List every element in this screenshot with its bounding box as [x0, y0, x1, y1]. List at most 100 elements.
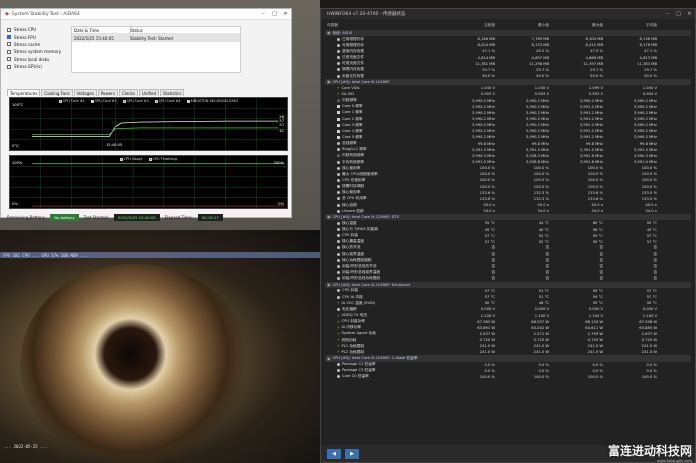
sensor-icon — [337, 197, 340, 201]
checkbox[interactable] — [7, 49, 11, 54]
sensor-value: 100.0 % — [533, 178, 549, 183]
sensor-value: 否 — [491, 245, 495, 250]
stress-option[interactable]: Stress local disks — [7, 56, 57, 63]
sensor-value: 4,866 MB — [585, 55, 603, 60]
stress-option[interactable]: Stress CPU — [7, 26, 57, 33]
sensor-value: 2.799 W — [587, 331, 603, 336]
sensor-row[interactable]: 封装/环形总线热节流 否 否 否 否 — [325, 263, 691, 269]
sensor-name: 核心功耗限制超频 — [342, 257, 372, 262]
stress-option[interactable]: Stress GPU(s) — [7, 63, 57, 70]
sensor-value: 100.0 % — [533, 172, 549, 177]
sensor-name-cell: 总 CPU 利用率 — [325, 196, 445, 201]
sensor-value: 100.0 % — [587, 166, 603, 171]
hw-nav-left-icon[interactable]: ◀ — [327, 448, 341, 459]
sensor-row[interactable]: 封装/环形总线功耗限制 否 否 否 否 — [325, 276, 691, 282]
temp-legend-item[interactable]: CPU Core #1 — [58, 99, 85, 103]
tab-temperatures[interactable]: Temperatures — [7, 89, 41, 96]
sensor-value: 51 °C — [538, 288, 549, 293]
sensor-value: 29.7 % — [644, 67, 657, 72]
sensor-value: 241.0 W — [533, 344, 549, 349]
sensor-value: 3,990.2 MHz — [525, 104, 549, 109]
tab-unified[interactable]: Unified — [138, 89, 160, 96]
sensor-row[interactable]: 核心功耗限制超频 否 否 否 否 — [325, 257, 691, 263]
sensor-value: 50.0 % — [536, 74, 549, 79]
tab-cooling-fans[interactable]: Cooling Fans — [41, 89, 73, 96]
voltage-icon: ⚡ — [337, 325, 340, 330]
sensor-name-cell: 核心热节流 — [325, 245, 445, 250]
hw-maximize-icon[interactable]: □ — [673, 9, 684, 20]
sensor-value: 40.0 x — [537, 203, 549, 207]
sensor-row[interactable]: Core C0 驻留率 100.0 % 100.0 % 100.0 % 100.0 % — [325, 374, 691, 380]
sensor-value: 100.0 % — [641, 374, 657, 379]
status-row[interactable]: 2022/5/25 15:40:05 Stability Test: Start… — [72, 34, 240, 42]
maximize-icon[interactable]: □ — [269, 9, 280, 20]
sensor-value: 0.000 V — [642, 307, 657, 312]
hw-titlebar[interactable]: HWiNFO64 v7.20-4700 - 传感器状态 – □ ✕ — [321, 9, 695, 19]
stress-option[interactable]: Stress system memory — [7, 48, 61, 55]
hw-col-current[interactable]: 当前值 — [445, 23, 499, 29]
legend-swatch — [122, 99, 126, 103]
hw-col-avg[interactable]: 平均值 — [607, 23, 661, 29]
sensor-name: Core 3 频率 — [342, 122, 363, 127]
sensor-icon — [337, 178, 340, 182]
sensor-value: 11,383 MB — [637, 61, 657, 66]
hw-col-max[interactable]: 最大值 — [553, 23, 607, 29]
hw-col-min[interactable]: 最小值 — [499, 23, 553, 29]
checkbox[interactable] — [7, 42, 11, 47]
sensor-icon — [337, 123, 340, 127]
sensor-name: Ring/LLC 频率 — [342, 147, 367, 152]
stress-option[interactable]: Stress cache — [7, 41, 57, 48]
sensor-name-cell: 已用物理内存 — [325, 37, 445, 42]
checkbox[interactable] — [7, 64, 11, 69]
sensor-value: 4,814 MB — [477, 55, 495, 60]
sensor-name-cell: ▣ CPU [#0]: Intel Core i5-12490F: Enhance… — [325, 283, 445, 287]
hw-nav-right-icon[interactable]: ▶ — [345, 448, 359, 459]
temp-legend: CPU Core #1 CPU Core #2 CPU Core #3 CPU Cor… — [10, 99, 287, 103]
temp-legend-item[interactable]: KINGSTON SKC3000S1024G — [186, 99, 238, 103]
sensor-value: 57 °C — [484, 233, 495, 238]
sensor-value: 63.885 W — [639, 325, 657, 330]
sensor-row[interactable]: 封装/环形总线临界温度 否 否 否 否 — [325, 269, 691, 275]
sensor-value: 否 — [545, 276, 549, 281]
sensor-value: 3,990.2 MHz — [633, 129, 657, 134]
checkbox[interactable] — [7, 27, 11, 32]
sensor-name-cell: 虚拟内存负载 — [325, 49, 445, 54]
sensor-value: 57 °C — [646, 295, 657, 300]
sensor-icon — [337, 129, 340, 133]
elapsed-label: Elapsed Time: — [164, 215, 193, 220]
tab-voltages[interactable]: Voltages — [73, 89, 97, 96]
sensor-icon — [337, 258, 340, 262]
sensor-value: 3,990.3 MHz — [633, 153, 657, 158]
temp-legend-item[interactable]: CPU Core #4 — [154, 99, 181, 103]
minimize-icon[interactable]: – — [258, 9, 269, 20]
checkbox[interactable] — [7, 35, 11, 40]
sensor-value: 100.0 % — [587, 184, 603, 189]
sensor-value: 100.0 % — [587, 178, 603, 183]
hw-minimize-icon[interactable]: – — [662, 9, 673, 20]
tab-powers[interactable]: Powers — [97, 89, 118, 96]
sensor-value: 29.7 % — [590, 67, 603, 72]
sensor-value: 133.6 % — [587, 196, 603, 201]
hw-col-sensor[interactable]: 传感器 — [325, 23, 445, 29]
sensor-icon — [337, 62, 340, 66]
checkbox[interactable] — [7, 57, 11, 62]
tab-statistics[interactable]: Statistics — [160, 89, 185, 96]
sensor-icon — [337, 68, 340, 72]
close-icon[interactable]: ✕ — [280, 9, 291, 20]
stress-option[interactable]: Stress FPU — [7, 33, 57, 40]
sensor-value: 241.0 W — [641, 350, 657, 355]
sensor-icon — [337, 228, 340, 232]
sensor-value: 3,990.2 MHz — [525, 129, 549, 134]
sensor-row[interactable]: 核心热节流 否 否 否 否 — [325, 245, 691, 251]
tab-clocks[interactable]: Clocks — [118, 89, 138, 96]
aida-titlebar[interactable]: ◆ System Stability Test - AIDA64 – □ ✕ — [1, 9, 291, 20]
temp-legend-item[interactable]: CPU Core #3 — [122, 99, 149, 103]
hw-close-icon[interactable]: ✕ — [684, 9, 695, 20]
sensor-name: CPU [#0]: Intel Core i5-12490F: Enhanced — [332, 282, 410, 287]
temp-legend-item[interactable]: CPU Core #2 — [90, 99, 117, 103]
legend-label: CPU Core #2 — [94, 99, 117, 103]
sensor-name-cell: 可用页面文件 — [325, 61, 445, 66]
sensor-icon — [337, 203, 340, 207]
sensor-row[interactable]: 核心临界温度 否 否 否 否 — [325, 251, 691, 257]
sensor-name: Uncore 倍频 — [342, 208, 364, 213]
